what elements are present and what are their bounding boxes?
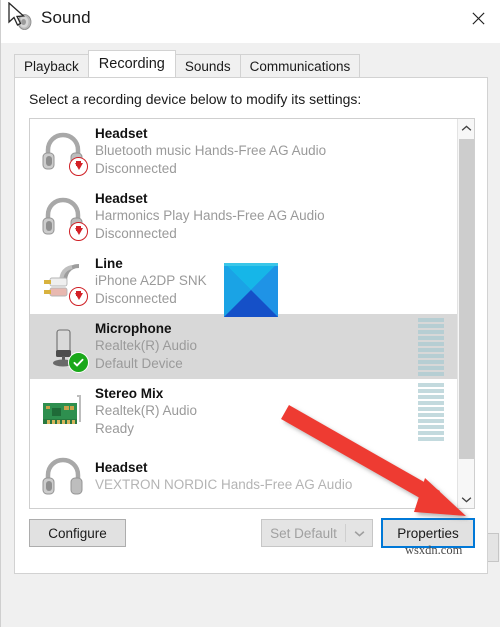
device-state: Disconnected	[95, 226, 177, 241]
tab-recording[interactable]: Recording	[87, 50, 176, 77]
tab-recording-label: Recording	[98, 56, 165, 72]
chevron-up-icon[interactable]	[458, 119, 474, 137]
panel-instruction: Select a recording device below to modif…	[29, 91, 362, 107]
device-description: iPhone A2DP SNK	[95, 273, 207, 288]
tab-strip: Playback Recording Sounds Communications	[14, 50, 361, 77]
title-bar: Sound	[1, 0, 500, 43]
default-device-check-badge	[68, 351, 89, 373]
window-title: Sound	[41, 8, 91, 27]
device-text: Headset Bluetooth music Hands-Free AG Au…	[95, 125, 326, 178]
headset-icon	[35, 449, 91, 505]
device-text: Headset Harmonics Play Hands-Free AG Aud…	[95, 190, 325, 243]
configure-button[interactable]: Configure	[29, 519, 126, 547]
volume-level-meter	[418, 317, 444, 376]
set-default-split-button[interactable]: Set Default	[261, 519, 373, 547]
tab-sounds-label: Sounds	[184, 58, 231, 74]
disabled-down-badge	[69, 286, 88, 306]
device-description: VEXTRON NORDIC Hands-Free AG Audio	[95, 477, 353, 492]
microphone-icon	[35, 319, 91, 375]
device-state: Disconnected	[95, 291, 177, 306]
set-default-button[interactable]: Set Default	[262, 520, 345, 546]
configure-button-label: Configure	[48, 525, 107, 541]
tab-playback[interactable]: Playback	[14, 54, 89, 77]
device-text: Headset VEXTRON NORDIC Hands-Free AG Aud…	[95, 459, 352, 494]
device-text: Microphone Realtek(R) Audio Default Devi…	[95, 320, 197, 373]
table-row[interactable]: Stereo Mix Realtek(R) Audio Ready	[30, 379, 458, 444]
table-row[interactable]: Headset Harmonics Play Hands-Free AG Aud…	[30, 184, 458, 249]
device-name: Stereo Mix	[95, 386, 164, 401]
device-text: Line iPhone A2DP SNK Disconnected	[95, 255, 207, 308]
scrollbar-thumb[interactable]	[459, 139, 474, 459]
rca-cable-icon	[35, 254, 91, 310]
close-icon[interactable]	[455, 0, 500, 36]
broken-image-icon	[224, 263, 278, 317]
table-row[interactable]: Microphone Realtek(R) Audio Default Devi…	[30, 314, 458, 379]
speaker-icon	[11, 10, 35, 34]
chevron-down-icon[interactable]	[458, 490, 474, 508]
recording-tab-panel: Select a recording device below to modif…	[14, 77, 488, 574]
device-text: Stereo Mix Realtek(R) Audio Ready	[95, 385, 197, 438]
headset-icon	[35, 124, 91, 180]
device-name: Line	[95, 256, 123, 271]
volume-level-meter	[418, 382, 444, 441]
device-description: Harmonics Play Hands-Free AG Audio	[95, 208, 325, 223]
disabled-down-badge	[69, 156, 88, 176]
device-name: Headset	[95, 126, 148, 141]
set-default-button-label: Set Default	[270, 525, 337, 541]
device-state: Ready	[95, 421, 135, 436]
headset-icon	[35, 189, 91, 245]
device-description: Bluetooth music Hands-Free AG Audio	[95, 143, 327, 158]
disabled-down-badge	[69, 221, 88, 241]
device-name: Headset	[95, 191, 148, 206]
device-state: Disconnected	[95, 161, 177, 176]
device-name: Headset	[95, 460, 148, 475]
sound-dialog: Sound Playback Recording Sounds Communic…	[0, 0, 500, 627]
tab-communications[interactable]: Communications	[239, 54, 361, 77]
tab-sounds[interactable]: Sounds	[174, 54, 241, 77]
table-row[interactable]: Headset Bluetooth music Hands-Free AG Au…	[30, 119, 458, 184]
device-name: Microphone	[95, 321, 172, 336]
watermark: wsxdn.com	[405, 543, 463, 557]
device-description: Realtek(R) Audio	[95, 338, 198, 353]
device-state: Default Device	[95, 356, 183, 371]
device-description: Realtek(R) Audio	[95, 403, 198, 418]
tab-communications-label: Communications	[249, 58, 351, 74]
sound-card-icon	[35, 384, 91, 440]
chevron-down-icon[interactable]	[346, 520, 372, 546]
list-scrollbar[interactable]	[457, 119, 474, 508]
tab-playback-label: Playback	[24, 58, 79, 74]
properties-button-label: Properties	[397, 525, 459, 541]
table-row[interactable]: Headset VEXTRON NORDIC Hands-Free AG Aud…	[30, 444, 458, 508]
